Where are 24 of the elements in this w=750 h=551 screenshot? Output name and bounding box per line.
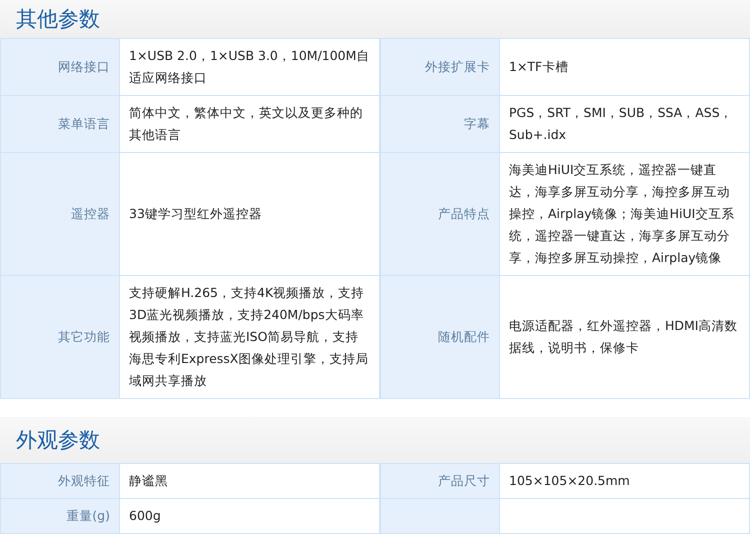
spec-value: 600g: [120, 499, 380, 534]
spec-label: 遥控器: [0, 153, 120, 276]
spec-value: 简体中文，繁体中文，英文以及更多种的其他语言: [120, 96, 380, 153]
spec-value: 1×TF卡槽: [500, 39, 750, 96]
section-title: 其他参数: [16, 6, 100, 33]
spec-label: 随机配件: [380, 276, 500, 399]
spec-label: 产品特点: [380, 153, 500, 276]
spec-value: PGS，SRT，SMI，SUB，SSA，ASS，Sub+.idx: [500, 96, 750, 153]
spec-value: 33键学习型红外遥控器: [120, 153, 380, 276]
spec-label: 外接扩展卡: [380, 39, 500, 96]
spec-value: 静谧黑: [120, 464, 380, 499]
spec-value: 海美迪HiUI交互系统，遥控器一键直达，海享多屏互动分享，海控多屏互动操控，Airplay镜像；海美迪HiUI交互系统，遥控器一键直达，海享多屏互动分享，海控多屏互动操控，Airplay镜像: [500, 153, 750, 276]
spec-label: 外观特征: [0, 464, 120, 499]
spec-label: 重量(g): [0, 499, 120, 534]
spec-label: 网络接口: [0, 39, 120, 96]
spec-value: 105×105×20.5mm: [500, 464, 750, 499]
spec-value: 电源适配器，红外遥控器，HDMI高清数据线，说明书，保修卡: [500, 276, 750, 399]
spec-label: 字幕: [380, 96, 500, 153]
spec-value: 支持硬解H.265，支持4K视频播放，支持3D蓝光视频播放，支持240M/bps大码率视频播放，支持蓝光ISO简易导航，支持海思专利ExpressX图像处理引擎，支持局域网共享播放: [120, 276, 380, 399]
spec-label: 菜单语言: [0, 96, 120, 153]
section-title: 外观参数: [16, 427, 100, 454]
spec-label: 产品尺寸: [380, 464, 500, 499]
spec-label: 其它功能: [0, 276, 120, 399]
spec-value: 1×USB 2.0，1×USB 3.0，10M/100M自适应网络接口: [120, 39, 380, 96]
